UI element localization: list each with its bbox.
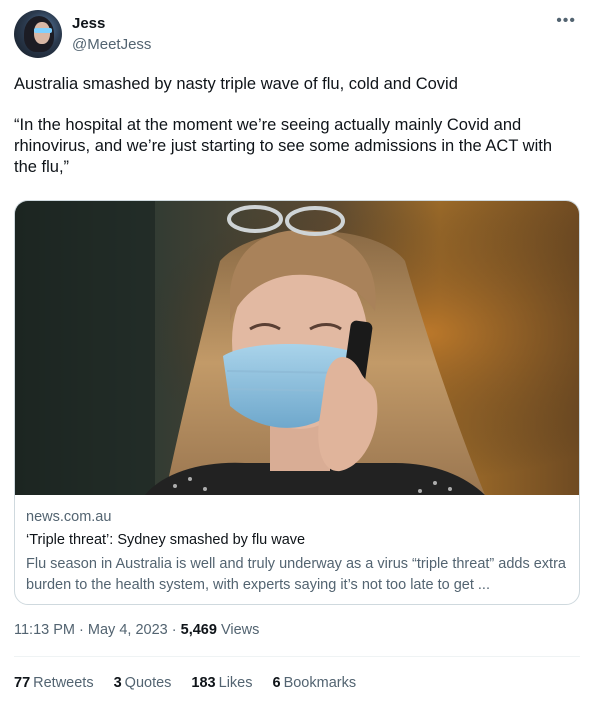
bookmarks-label: Bookmarks [283,675,357,691]
tweet-date[interactable]: May 4, 2023 [88,622,168,638]
tweet-paragraph: “In the hospital at the moment we’re see… [14,116,553,176]
tweet-timestamp: 11:13 PM · May 4, 2023 · 5,469 Views [14,622,259,638]
likes-stat[interactable]: 183 Likes [191,675,252,691]
card-image[interactable] [15,201,579,495]
card-domain: news.com.au [26,509,112,525]
card-description: Flu season in Australia is well and trul… [26,556,566,593]
divider [14,656,580,657]
tweet-time[interactable]: 11:13 PM [14,622,75,638]
card-meta: news.com.au ‘Triple threat’: Sydney smas… [26,509,571,596]
quotes-label: Quotes [124,675,172,691]
likes-count: 183 [191,675,216,691]
retweets-stat[interactable]: 77 Retweets [14,675,94,691]
separator: · [79,622,84,638]
bookmarks-stat[interactable]: 6 Bookmarks [272,675,356,691]
bookmarks-count: 6 [272,675,281,691]
tweet-text: Australia smashed by nasty triple wave o… [14,74,574,198]
more-options-icon[interactable]: ••• [556,12,576,30]
user-handle[interactable]: @MeetJess [72,36,151,53]
engagement-stats: 77 Retweets 3 Quotes 183 Likes 6 Bookmarks [14,675,356,691]
quotes-count: 3 [113,675,122,691]
separator: · [171,622,177,638]
link-preview-card[interactable]: news.com.au ‘Triple threat’: Sydney smas… [14,200,580,605]
avatar-glasses [34,28,52,33]
likes-label: Likes [218,675,253,691]
masked-woman-photo [15,201,579,495]
quotes-stat[interactable]: 3 Quotes [114,675,172,691]
avatar-face [34,22,50,44]
retweets-label: Retweets [33,675,94,691]
views-count: 5,469 [180,622,217,638]
retweets-count: 77 [14,675,31,691]
tweet-paragraph: Australia smashed by nasty triple wave o… [14,75,458,93]
tweet-header: Jess @MeetJess ••• [14,10,580,62]
views-label: Views [220,622,260,638]
avatar[interactable] [14,10,62,58]
display-name[interactable]: Jess [72,15,105,32]
card-title: ‘Triple threat’: Sydney smashed by flu w… [26,532,306,548]
